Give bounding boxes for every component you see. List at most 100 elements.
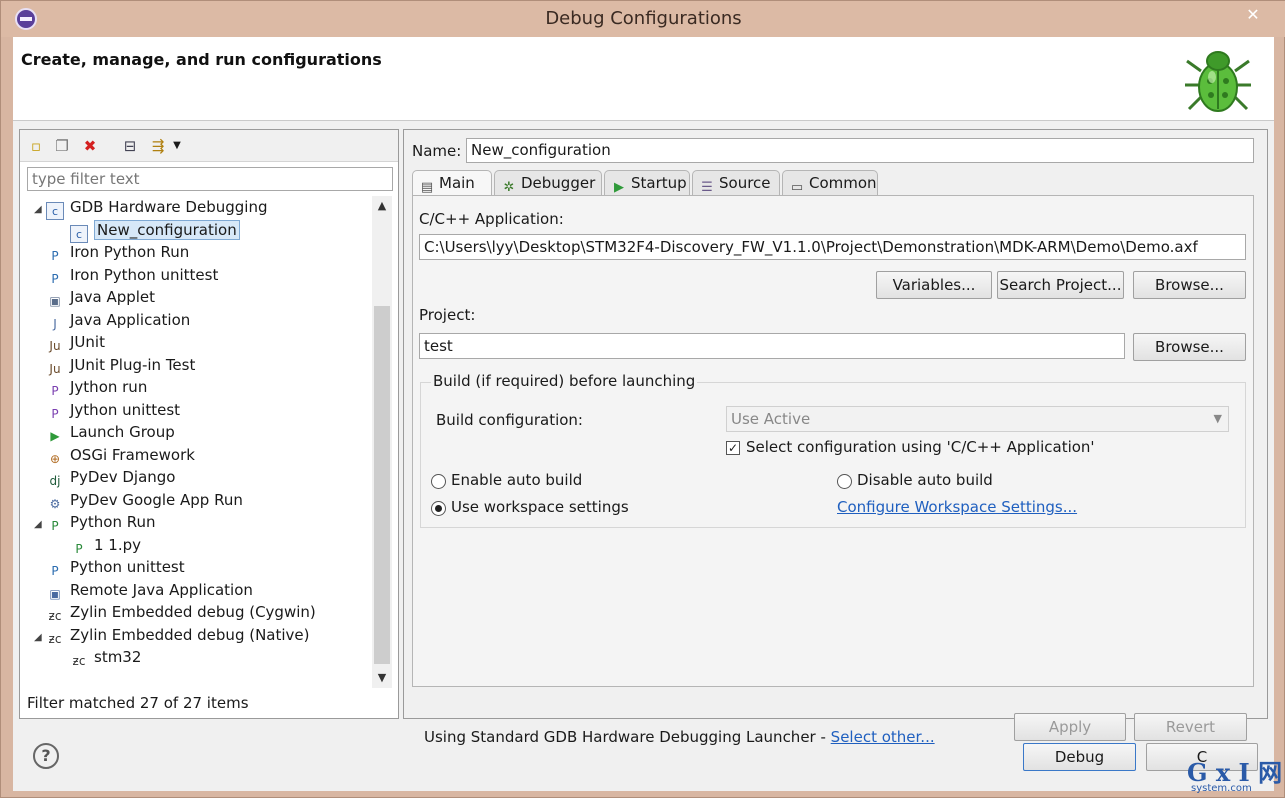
app-path-input[interactable]: C:\Users\lyy\Desktop\STM32F4-Discovery_F…: [419, 234, 1246, 260]
variables-button[interactable]: Variables...: [876, 271, 992, 299]
filter-icon[interactable]: ⇶: [148, 136, 168, 156]
tree-item[interactable]: P 1 1.py: [58, 534, 141, 556]
left-toolbar: ▫ ❐ ✖ ⊟ ⇶ ▼: [20, 130, 398, 162]
tree-scrollbar[interactable]: ▲ ▼: [372, 196, 392, 688]
tree-item[interactable]: ◢ ƶc Zylin Embedded debug (Native): [34, 624, 310, 646]
search-project-button[interactable]: Search Project...: [997, 271, 1124, 299]
bug-icon: [1185, 51, 1251, 112]
browse-app-button[interactable]: Browse...: [1133, 271, 1246, 299]
tree-item[interactable]: P Jython run: [34, 376, 147, 398]
project-input[interactable]: test: [419, 333, 1125, 359]
close-window-button[interactable]: ✕: [1235, 5, 1271, 27]
python-unittest-icon: P: [51, 564, 59, 578]
banner-title: Create, manage, and run configurations: [21, 50, 382, 69]
new-config-icon[interactable]: ▫: [26, 136, 46, 156]
tree-item-label: Jython run: [70, 378, 148, 396]
launch-group-icon: ▶: [50, 429, 60, 443]
expand-arrow-icon[interactable]: ◢: [34, 627, 46, 649]
debug-button[interactable]: Debug: [1023, 743, 1136, 771]
tab-source[interactable]: ☰ Source: [692, 170, 780, 196]
disable-auto-build-radio[interactable]: [837, 474, 852, 489]
app-label: C/C++ Application:: [419, 210, 564, 228]
jython-icon: P: [51, 384, 59, 398]
dialog-client: Create, manage, and run configurations ▫…: [13, 37, 1274, 791]
tree-item[interactable]: c New_configuration: [58, 219, 240, 243]
configuration-tree: ◢ c GDB Hardware Debugging c New_configurati…: [20, 196, 372, 686]
configure-workspace-link[interactable]: Configure Workspace Settings...: [837, 498, 1077, 516]
tab-startup[interactable]: ▶ Startup: [604, 170, 690, 196]
tab-debugger[interactable]: ✲ Debugger: [494, 170, 602, 196]
tree-item-label: Iron Python unittest: [70, 265, 219, 284]
tree-item[interactable]: ƶc stm32: [58, 646, 142, 668]
configuration-editor-panel: Name: New_configuration ▤ Main ✲ Debugger ▶ S…: [403, 129, 1268, 746]
tree-item[interactable]: P Iron Python unittest: [34, 264, 218, 286]
tree-item-label: Iron Python Run: [70, 243, 190, 261]
select-config-checkbox[interactable]: ✓: [726, 441, 740, 455]
name-label: Name:: [412, 142, 462, 160]
collapse-all-icon[interactable]: ⊟: [120, 136, 140, 156]
google-app-icon: ⚙: [49, 496, 61, 511]
java-applet-icon: ▣: [49, 294, 61, 308]
use-workspace-radio[interactable]: [431, 501, 446, 516]
duplicate-icon[interactable]: ❐: [52, 136, 72, 156]
scroll-down-icon[interactable]: ▼: [372, 668, 392, 688]
tree-item[interactable]: ƶc Zylin Embedded debug (Cygwin): [34, 601, 316, 623]
tree-item-label: GDB Hardware Debugging: [70, 198, 268, 216]
delete-icon[interactable]: ✖: [80, 136, 100, 156]
enable-auto-build-label: Enable auto build: [451, 471, 583, 489]
apply-button[interactable]: Apply: [1014, 713, 1126, 741]
tree-item[interactable]: ⊕ OSGi Framework: [34, 444, 195, 466]
zylin-icon: ƶc: [72, 654, 86, 668]
debug-configurations-window: Debug Configurations ✕ Create, manage, a…: [0, 0, 1285, 798]
filter-input[interactable]: type filter text: [27, 167, 393, 191]
title-bar: Debug Configurations ✕: [1, 1, 1285, 37]
tree-item[interactable]: Ju JUnit Plug-in Test: [34, 354, 195, 376]
tree-item-label: Python Run: [70, 513, 156, 531]
watermark-sub: system.com: [1191, 783, 1252, 794]
django-icon: dj: [49, 474, 61, 488]
tree-item[interactable]: ⚙ PyDev Google App Run: [34, 489, 243, 511]
dropdown-icon[interactable]: ▼: [170, 136, 184, 156]
browse-project-button[interactable]: Browse...: [1133, 333, 1246, 361]
tree-item-label: Java Application: [70, 310, 191, 329]
tree-item[interactable]: dj PyDev Django: [34, 466, 176, 488]
expand-arrow-icon[interactable]: ◢: [34, 199, 46, 221]
expand-arrow-icon[interactable]: ◢: [34, 514, 46, 536]
tree-item[interactable]: ▶ Launch Group: [34, 421, 174, 443]
build-config-select[interactable]: Use Active ▼: [726, 406, 1229, 432]
scroll-thumb[interactable]: [374, 306, 390, 664]
tree-item-label: stm32: [94, 648, 142, 666]
tree-item[interactable]: ▣ Remote Java Application: [34, 579, 253, 601]
tree-item[interactable]: ▣ Java Applet: [34, 286, 155, 308]
tree-item[interactable]: Ju JUnit: [34, 331, 105, 353]
tree-item[interactable]: ◢ P Python Run: [34, 511, 156, 533]
scroll-up-icon[interactable]: ▲: [372, 196, 392, 216]
enable-auto-build-radio[interactable]: [431, 474, 446, 489]
python-file-icon: P: [75, 541, 83, 556]
project-label: Project:: [419, 306, 476, 324]
tab-label: Main: [439, 174, 475, 192]
tab-main[interactable]: ▤ Main: [412, 170, 492, 197]
help-icon[interactable]: ?: [33, 743, 59, 769]
tree-item[interactable]: P Jython unittest: [34, 399, 180, 421]
python-icon: P: [51, 249, 59, 263]
build-group-title: Build (if required) before launching: [431, 372, 698, 390]
tree-item-label: JUnit Plug-in Test: [70, 355, 196, 374]
python-unittest-icon: P: [51, 271, 59, 286]
tree-item[interactable]: ◢ c GDB Hardware Debugging: [34, 196, 268, 221]
junit-plugin-icon: Ju: [49, 361, 61, 376]
tree-item[interactable]: P Python unittest: [34, 556, 184, 578]
tree-item-label: Zylin Embedded debug (Native): [70, 625, 310, 644]
tree-item-label: Jython unittest: [70, 400, 181, 419]
name-input[interactable]: New_configuration: [466, 138, 1254, 163]
config-tabs: ▤ Main ✲ Debugger ▶ Startup ☰ Source ▭ Common: [412, 170, 1254, 197]
tab-common[interactable]: ▭ Common: [782, 170, 878, 196]
tree-item[interactable]: P Iron Python Run: [34, 241, 189, 263]
window-title: Debug Configurations: [545, 8, 742, 29]
jython-unittest-icon: P: [51, 406, 59, 421]
chevron-down-icon: ▼: [1213, 412, 1222, 425]
select-other-link[interactable]: Select other...: [831, 728, 935, 746]
tab-label: Debugger: [521, 174, 596, 192]
tree-item[interactable]: J Java Application: [34, 309, 190, 331]
revert-button[interactable]: Revert: [1134, 713, 1247, 741]
